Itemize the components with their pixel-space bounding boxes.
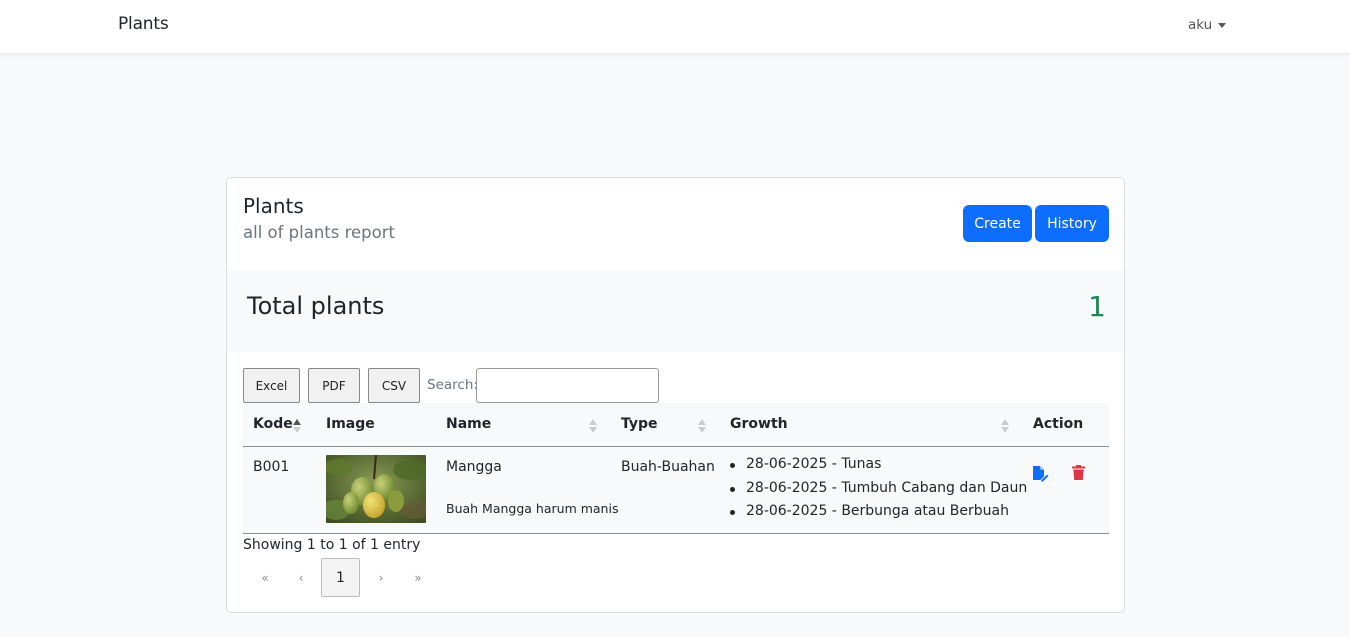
caret-down-icon (1218, 23, 1227, 28)
top-navbar: Plants aku (0, 0, 1350, 53)
total-summary: Total plants 1 (227, 270, 1124, 352)
table-row: B001 Mangga Buah Mangga harum manis Buah… (243, 447, 1109, 534)
create-button[interactable]: Create (963, 205, 1032, 242)
trash-icon[interactable] (1072, 465, 1085, 480)
column-header-type[interactable]: Type (621, 416, 658, 432)
table-header: Kode Image Name Type Growth Action (243, 403, 1109, 447)
card-subtitle: all of plants report (243, 223, 396, 242)
export-pdf-button[interactable]: PDF (308, 368, 360, 403)
navbar-brand[interactable]: Plants (118, 14, 169, 34)
mango-photo (326, 455, 426, 523)
growth-item: 28-06-2025 - Tumbuh Cabang dan Daun (729, 480, 1027, 504)
search-input[interactable] (476, 368, 659, 403)
export-excel-button[interactable]: Excel (243, 368, 300, 403)
sort-ascending-icon[interactable] (293, 418, 301, 434)
table-info: Showing 1 to 1 of 1 entry (243, 537, 421, 553)
cell-name: Mangga (446, 459, 502, 475)
total-value: 1 (1088, 290, 1106, 323)
column-header-action: Action (1033, 416, 1084, 432)
column-header-name[interactable]: Name (446, 416, 491, 432)
plants-card: Plants all of plants report Create Histo… (226, 177, 1125, 613)
sort-icon[interactable] (698, 418, 706, 434)
growth-list: 28-06-2025 - Tunas 28-06-2025 - Tumbuh C… (729, 456, 1027, 527)
user-name: aku (1188, 17, 1213, 33)
user-dropdown[interactable]: aku (1188, 17, 1227, 33)
history-button[interactable]: History (1035, 205, 1109, 242)
cell-type: Buah-Buahan (621, 459, 715, 475)
total-label: Total plants (247, 292, 385, 320)
search-label: Search: (427, 377, 478, 393)
export-csv-button[interactable]: CSV (368, 368, 420, 403)
column-header-kode[interactable]: Kode (253, 416, 293, 432)
column-header-growth[interactable]: Growth (730, 416, 788, 432)
cell-description: Buah Mangga harum manis (446, 501, 619, 516)
pagination-last[interactable]: » (408, 558, 428, 597)
growth-item: 28-06-2025 - Berbunga atau Berbuah (729, 503, 1027, 527)
pagination-page-1[interactable]: 1 (321, 558, 360, 597)
pagination-first[interactable]: « (255, 558, 275, 597)
edit-document-icon[interactable] (1032, 465, 1050, 482)
pagination-previous[interactable]: ‹ (293, 558, 309, 597)
growth-item: 28-06-2025 - Tunas (729, 456, 1027, 480)
column-header-image: Image (326, 416, 375, 432)
sort-icon[interactable] (589, 418, 597, 434)
sort-icon[interactable] (1001, 418, 1009, 434)
cell-kode: B001 (253, 459, 290, 475)
pagination-next[interactable]: › (373, 558, 389, 597)
card-title: Plants (243, 194, 304, 218)
